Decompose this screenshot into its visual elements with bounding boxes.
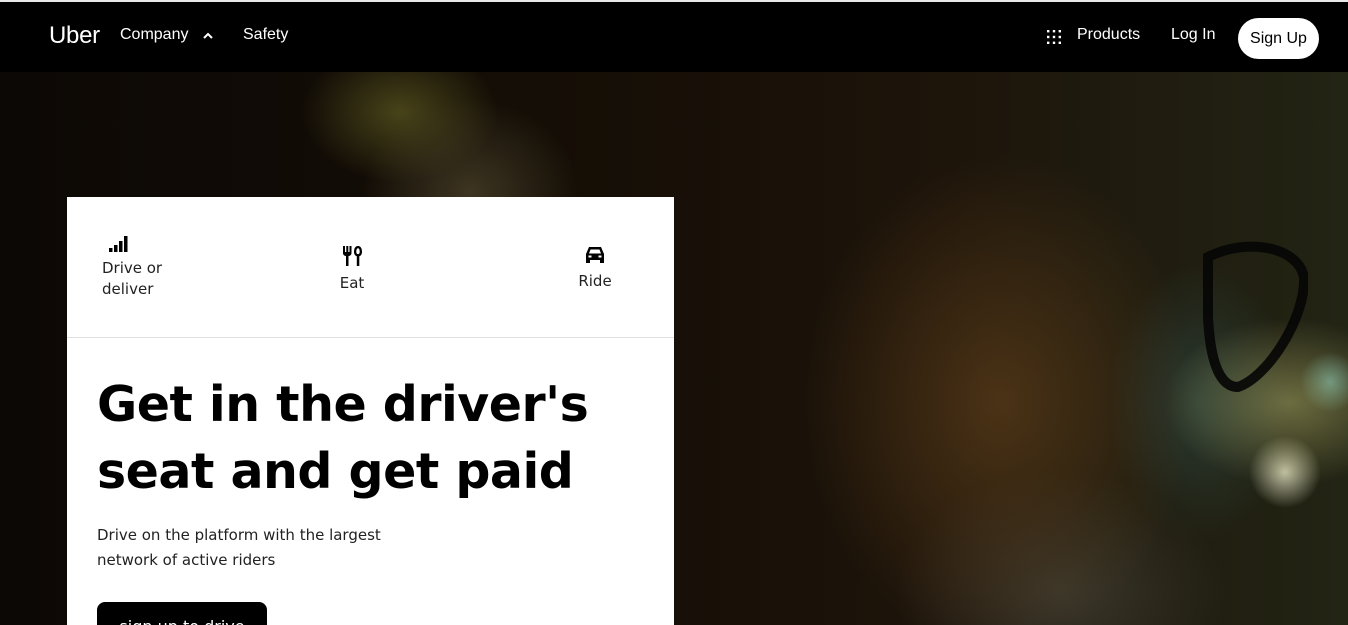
tab-drive-label: Drive or deliver	[102, 259, 163, 298]
signal-bars-icon	[109, 236, 128, 252]
sign-up-button[interactable]: Sign Up	[1238, 18, 1319, 59]
hero-headline: Get in the driver's seat and get paid	[97, 376, 589, 500]
car-icon	[586, 247, 604, 263]
fork-knife-icon	[343, 246, 362, 266]
hero-card: Drive or deliver Eat Ride Get in the dri…	[67, 197, 674, 625]
sign-up-to-drive-button[interactable]: sign up to drive	[97, 602, 267, 625]
tab-ride-label: Ride	[578, 272, 612, 290]
company-menu[interactable]: Company	[120, 26, 188, 44]
tab-ride[interactable]: Ride	[571, 244, 619, 292]
tab-eat[interactable]: Eat	[329, 244, 375, 294]
hero-subtext: Drive on the platform with the largest n…	[97, 526, 381, 569]
chevron-up-icon[interactable]	[202, 30, 214, 42]
page: Uber Company Safety Products Log In Sign…	[0, 0, 1348, 625]
product-tabs: Drive or deliver Eat Ride	[67, 197, 674, 338]
top-navigation: Uber Company Safety Products Log In Sign…	[0, 0, 1348, 72]
uber-logo[interactable]: Uber	[49, 22, 100, 50]
tab-drive-or-deliver[interactable]: Drive or deliver	[102, 235, 172, 300]
hero-photo-glasses	[1203, 241, 1308, 393]
tab-eat-label: Eat	[339, 274, 365, 292]
grid-dots-icon[interactable]	[1046, 29, 1062, 45]
login-link[interactable]: Log In	[1171, 26, 1215, 44]
products-menu[interactable]: Products	[1077, 26, 1140, 44]
safety-link[interactable]: Safety	[243, 26, 288, 44]
